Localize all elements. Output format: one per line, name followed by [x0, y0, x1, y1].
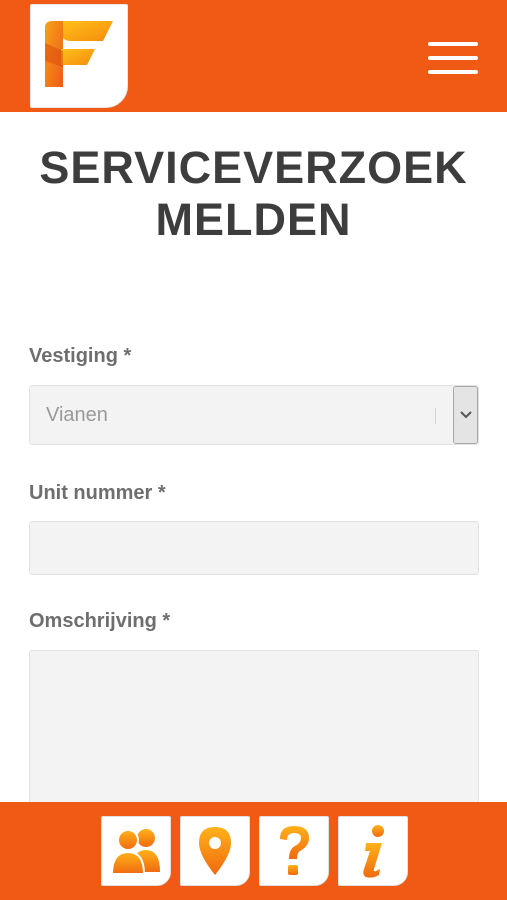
required-mark: *: [123, 345, 132, 367]
menu-button[interactable]: [428, 40, 480, 76]
unit-nummer-label: Unit nummer *: [29, 482, 166, 504]
vestiging-select[interactable]: Vianen: [29, 385, 479, 445]
people-icon: [110, 829, 160, 875]
help-button[interactable]: [259, 816, 329, 886]
page-title: SERVICEVERZOEK MELDEN: [0, 142, 507, 246]
bottom-nav: [0, 802, 507, 900]
info-icon: [363, 825, 384, 878]
required-mark: *: [162, 610, 171, 632]
required-mark: *: [157, 482, 166, 504]
logo[interactable]: [30, 4, 128, 108]
vestiging-label: Vestiging *: [29, 345, 132, 367]
location-pin-icon: [199, 827, 231, 875]
unit-nummer-input[interactable]: [29, 521, 479, 575]
vestiging-select-value: Vianen: [46, 404, 108, 426]
select-separator: [435, 408, 436, 424]
chevron-down-icon: [459, 411, 472, 419]
header: [0, 0, 507, 112]
hamburger-icon: [428, 42, 478, 46]
omschrijving-textarea[interactable]: [29, 650, 479, 820]
page-title-line1: SERVICEVERZOEK: [39, 142, 468, 193]
question-icon: [280, 826, 309, 875]
location-button[interactable]: [180, 816, 250, 886]
info-button[interactable]: [338, 816, 408, 886]
contacts-button[interactable]: [101, 816, 171, 886]
omschrijving-label: Omschrijving *: [29, 610, 171, 632]
page-title-line2: MELDEN: [155, 194, 352, 245]
f-logo-icon: [45, 21, 113, 87]
select-arrow-button[interactable]: [453, 386, 478, 444]
